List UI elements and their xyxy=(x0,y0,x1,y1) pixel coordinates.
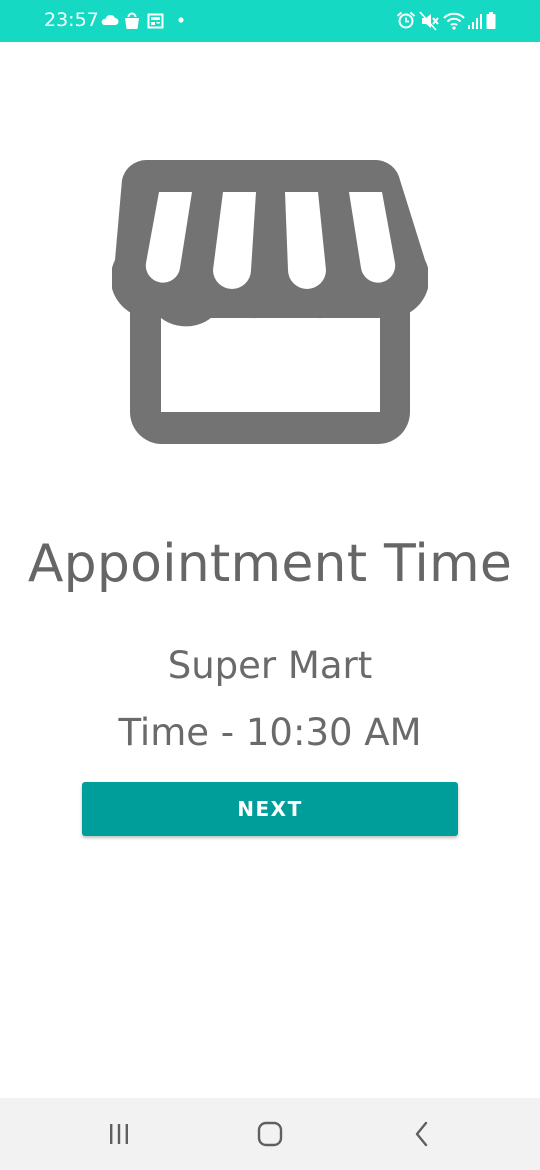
shopping-bag-icon xyxy=(125,12,139,29)
page-title: Appointment Time xyxy=(27,534,513,594)
next-button[interactable]: NEXT xyxy=(82,782,458,836)
store-icon xyxy=(112,160,428,444)
signal-icon xyxy=(468,14,482,29)
recents-icon xyxy=(110,1124,128,1144)
status-time: 23:57 xyxy=(44,9,99,31)
appointment-time: Time - 10:30 AM xyxy=(118,711,422,754)
alarm-icon xyxy=(396,11,416,29)
status-bar: 23:57 xyxy=(0,0,540,42)
back-button[interactable] xyxy=(392,1114,452,1154)
store-name: Super Mart xyxy=(167,644,373,687)
home-icon xyxy=(257,1121,283,1147)
news-icon xyxy=(147,13,164,29)
home-button[interactable] xyxy=(240,1114,300,1154)
appointment-screen: 23:57 Appointment Time Super Mart Time -… xyxy=(0,0,540,1170)
cloud-icon xyxy=(101,14,119,25)
wifi-icon xyxy=(443,12,465,30)
dot-icon xyxy=(178,17,184,23)
status-right-icons xyxy=(392,10,502,32)
navigation-bar xyxy=(0,1098,540,1170)
mute-icon xyxy=(419,11,439,31)
recents-button[interactable] xyxy=(89,1114,149,1154)
battery-icon xyxy=(486,12,496,29)
back-icon xyxy=(415,1121,428,1147)
